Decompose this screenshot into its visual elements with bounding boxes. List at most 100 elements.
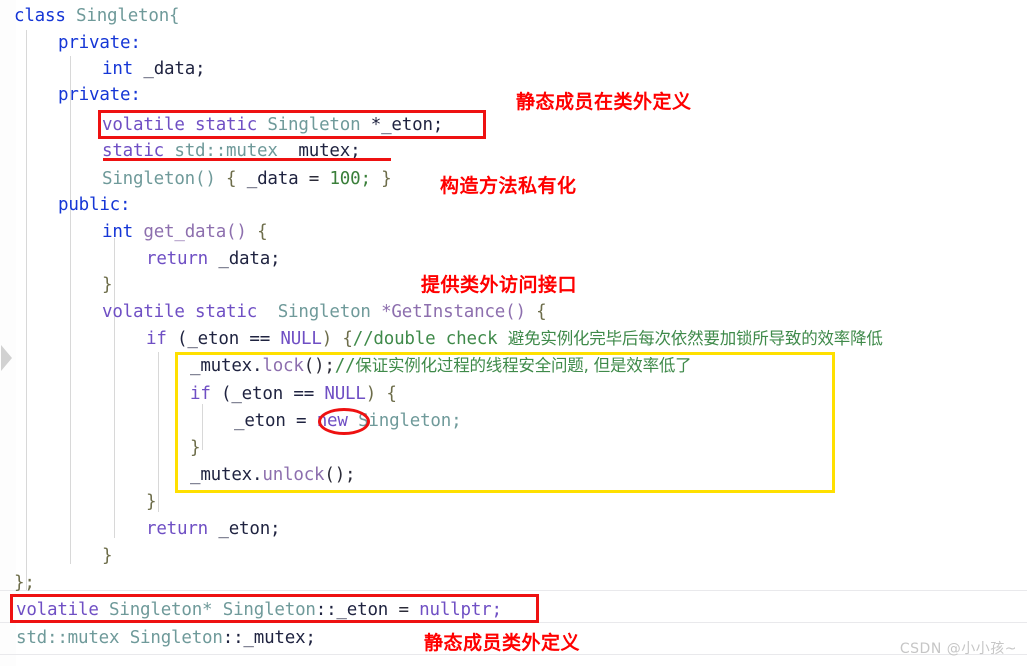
token-number: 100;: [329, 169, 371, 189]
token-type: Singleton;: [358, 411, 462, 431]
token-type: Singleton: [267, 115, 361, 135]
code-line-12: volatile static Singleton *GetInstance()…: [102, 299, 547, 325]
token-keyword: return: [146, 519, 209, 539]
watermark: CSDN @小小孩~: [899, 641, 1017, 657]
token-member: _eton;: [218, 519, 281, 539]
code-line-24: std::mutex Singleton::_mutex;: [16, 625, 316, 651]
code-line-22: };: [14, 570, 35, 596]
code-line-13: if (_eton == NULL) {//double check 避免实例化…: [146, 326, 883, 352]
code-line-3: int _data;: [102, 56, 206, 82]
token-comment-cjk: 避免实例化完毕后每次依然要加锁所导致的效率降低: [507, 329, 883, 348]
token-comment-cjk: 保证实例化过程的线程安全问题, 但是效率低了: [355, 356, 692, 375]
token-condition: (_eton ==: [177, 329, 271, 349]
token-function: *GetInstance(): [381, 302, 526, 322]
code-line-4: private:: [58, 82, 141, 108]
annotation-private-constructor: 构造方法私有化: [440, 175, 577, 197]
code-line-7: Singleton() { _data = 100; }: [102, 166, 392, 192]
token-type: Singleton: [222, 600, 316, 620]
indent-guide: [26, 30, 27, 590]
token-comment: //: [334, 356, 356, 376]
code-line-21: }: [102, 543, 113, 569]
code-line-9: int get_data() {: [102, 219, 268, 245]
token-keyword: int: [102, 222, 134, 242]
token-brace: {: [536, 302, 547, 322]
token-type: std::mutex: [16, 628, 120, 648]
token-constant: NULL: [324, 384, 366, 404]
token-comment: //double check: [352, 329, 508, 349]
token-member: _mutex.: [190, 465, 263, 485]
token-constant: NULL: [280, 329, 322, 349]
annotation-public-access-interface: 提供类外访问接口: [421, 274, 578, 296]
token-operator: =: [308, 169, 320, 189]
token-keyword: volatile: [102, 302, 185, 322]
section-divider: [0, 590, 1027, 591]
token-access-specifier: public:: [58, 195, 131, 215]
token-type: Singleton: [129, 628, 223, 648]
token-access-specifier: private:: [58, 85, 141, 105]
token-constructor: Singleton(): [102, 169, 216, 189]
token-brace: }: [102, 546, 113, 566]
code-line-19: }: [146, 489, 157, 515]
token-brace: {: [226, 169, 237, 189]
token-brace: {: [257, 222, 268, 242]
token-member: _data;: [143, 59, 206, 79]
token-keyword-new: new: [316, 411, 348, 431]
annotation-static-member-outside-class: 静态成员在类外定义: [516, 91, 692, 113]
code-line-10: return _data;: [146, 246, 281, 272]
token-brace: ) {: [321, 329, 353, 349]
token-operator: =: [398, 600, 409, 620]
token-type: Singleton: [277, 302, 371, 322]
token-keyword: return: [146, 249, 209, 269]
fold-arrow-icon[interactable]: [1, 345, 12, 371]
token-method: unlock: [262, 465, 325, 485]
token-function: get_data(): [143, 222, 247, 242]
token-call: ();: [324, 465, 356, 485]
code-line-20: return _eton;: [146, 516, 281, 542]
annotation-static-member-definition: 静态成员类外定义: [424, 632, 581, 654]
token-member: _data: [246, 169, 299, 189]
token-scope: ::_eton: [315, 600, 389, 620]
token-scope: ::_mutex;: [222, 628, 316, 648]
token-member: _data;: [218, 249, 281, 269]
code-line-11: }: [102, 272, 113, 298]
code-editor-surface[interactable]: class Singleton{ private: int _data; pri…: [0, 0, 1027, 666]
code-line-8: public:: [58, 192, 131, 218]
token-keyword: if: [190, 384, 211, 404]
token-brace: ) {: [365, 384, 397, 404]
token-member: _eton =: [234, 411, 307, 431]
code-line-2: private:: [58, 30, 141, 56]
token-call: ();: [303, 356, 335, 376]
code-line-17: }: [190, 435, 201, 461]
token-brace: };: [14, 573, 35, 593]
indent-guide: [202, 404, 203, 450]
editor-gutter: [0, 0, 16, 666]
token-member: *_eton;: [370, 115, 444, 135]
code-line-15: if (_eton == NULL) {: [190, 381, 397, 407]
token-keyword: if: [146, 329, 167, 349]
token-type: Singleton{: [76, 6, 180, 26]
code-line-16: _eton = new Singleton;: [234, 408, 462, 434]
code-line-1: class Singleton{: [14, 3, 180, 29]
token-member: _mutex.: [190, 356, 263, 376]
token-keyword: volatile: [16, 600, 99, 620]
token-brace: }: [146, 492, 157, 512]
token-access-specifier: private:: [58, 33, 141, 53]
code-line-5: volatile static Singleton *_eton;: [102, 112, 443, 138]
token-method: lock: [262, 356, 304, 376]
token-keyword: int: [102, 59, 134, 79]
indent-guide: [70, 56, 71, 564]
indent-guide: [158, 352, 159, 512]
token-brace: }: [102, 275, 113, 295]
token-keyword: volatile: [102, 115, 185, 135]
token-keyword: class: [14, 6, 66, 26]
token-keyword: static: [195, 302, 258, 322]
token-condition: (_eton ==: [221, 384, 315, 404]
token-type: Singleton*: [109, 600, 213, 620]
code-line-23: volatile Singleton* Singleton::_eton = n…: [16, 597, 502, 623]
token-brace: }: [381, 169, 392, 189]
code-line-18: _mutex.unlock();: [190, 462, 356, 488]
highlight-underline-mutex-declaration: [103, 158, 391, 161]
token-brace: }: [190, 438, 201, 458]
token-constant: nullptr;: [419, 600, 502, 620]
token-keyword: static: [195, 115, 258, 135]
